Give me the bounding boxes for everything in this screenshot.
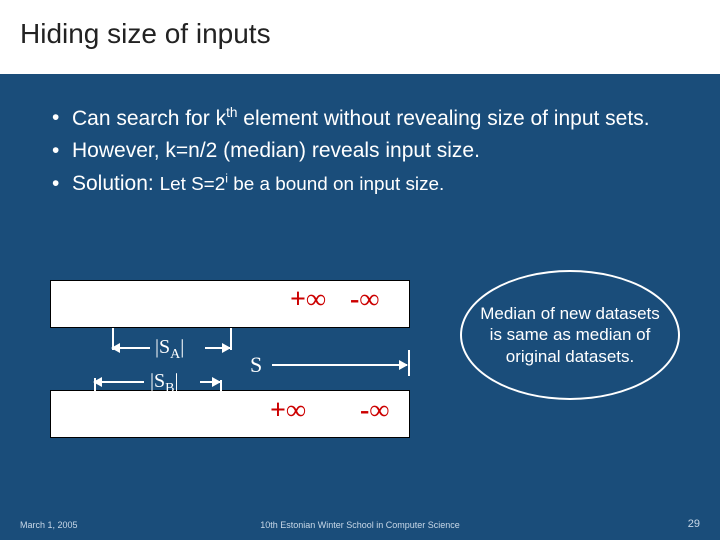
- dataset-bar-B: [50, 390, 410, 438]
- callout-text: Median of new datasets is same as median…: [478, 303, 662, 367]
- plus-infinity-top: +∞: [290, 284, 326, 316]
- label-SB: |SB|: [150, 370, 179, 397]
- callout-oval: Median of new datasets is same as median…: [460, 270, 680, 400]
- tick-S-end: [408, 350, 410, 376]
- label-SA: |SA|: [155, 336, 184, 363]
- arrow-SB-left: [94, 381, 144, 383]
- footer-page-number: 29: [688, 518, 700, 530]
- arrow-SA-left: [112, 347, 150, 349]
- bullet-3: Solution: Let S=2i be a bound on input s…: [50, 170, 690, 198]
- footer-date: March 1, 2005: [20, 520, 78, 530]
- arrow-SA-right: [205, 347, 230, 349]
- slide-body: Can search for kth element without revea…: [0, 74, 720, 198]
- label-S: S: [250, 352, 262, 378]
- footer-venue: 10th Estonian Winter School in Computer …: [260, 520, 460, 530]
- plus-infinity-bottom: +∞: [270, 395, 306, 427]
- arrow-S: [272, 364, 407, 366]
- diagram: +∞ -∞ +∞ -∞ |SA| |SB| S Median of new da…: [40, 270, 680, 480]
- bullet-2: However, k=n/2 (median) reveals input si…: [50, 137, 690, 165]
- arrow-SB-right: [200, 381, 220, 383]
- bullet-list: Can search for kth element without revea…: [50, 104, 690, 198]
- minus-infinity-bottom: -∞: [360, 395, 389, 427]
- minus-infinity-top: -∞: [350, 284, 379, 316]
- slide-title: Hiding size of inputs: [20, 18, 700, 50]
- title-bar: Hiding size of inputs: [0, 0, 720, 74]
- bullet-1: Can search for kth element without revea…: [50, 104, 690, 133]
